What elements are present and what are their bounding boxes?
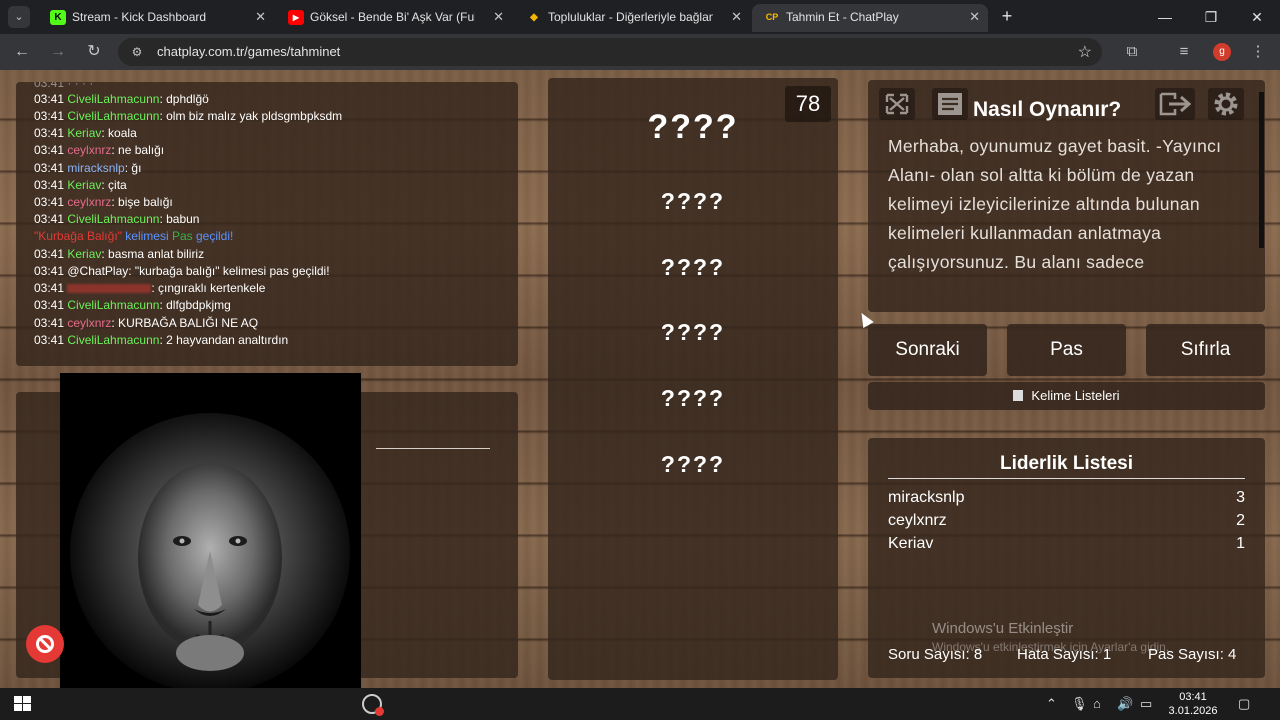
volume-icon[interactable]: 🔊 (1117, 696, 1133, 712)
chat-line-clipped: 03:41 · · · · (34, 82, 94, 90)
tab-chatplay[interactable]: CP Tahmin Et - ChatPlay ✕ (752, 4, 988, 32)
close-window-button[interactable]: ✕ (1234, 6, 1280, 28)
forbidden-word: ???? (660, 385, 726, 411)
chat-message: 03:41 Keriav: çita (34, 178, 127, 192)
how-to-play-text: Merhaba, oyunumuz gayet basit. -Yayıncı … (888, 136, 1222, 272)
chat-message: 03:41 CiveliLahmacunn: dphdlğö (34, 92, 209, 106)
profile-avatar[interactable]: g (1213, 43, 1231, 61)
pass-count: Pas Sayısı: 4 (1148, 646, 1237, 663)
tab-kick-dashboard[interactable]: K Stream - Kick Dashboard ✕ (38, 4, 274, 32)
minimize-button[interactable]: — (1142, 6, 1188, 28)
tab-strip: ⌄ K Stream - Kick Dashboard ✕ ▶ Göksel -… (0, 0, 1280, 34)
how-to-play-title: Nasıl Oynanır? (973, 98, 1122, 121)
list-icon (1013, 390, 1024, 401)
leaderboard-row: Keriav 1 (888, 535, 1245, 552)
forbidden-word: ???? (660, 319, 726, 345)
chat-message: 03:41 : çıngıraklı kertenkele (34, 281, 266, 295)
divider (376, 448, 490, 449)
tab-search-button[interactable]: ⌄ (8, 6, 30, 28)
new-tab-button[interactable]: + (996, 6, 1018, 28)
chatplay-icon: CP (765, 12, 779, 22)
community-icon: ◆ (530, 12, 538, 23)
chat-message: 03:41 ceylxnrz: KURBAĞA BALIĞI NE AQ (34, 316, 259, 330)
forbidden-word: ???? (660, 188, 726, 214)
reload-button[interactable]: ↻ (82, 40, 106, 64)
address-bar[interactable]: ⚙ chatplay.com.tr/games/tahminet ☆ (118, 38, 1102, 66)
display-icon[interactable]: ▭ (1140, 696, 1152, 712)
windows-activation-title: Windows'u Etkinleştir (932, 620, 1074, 637)
pass-button[interactable]: Pas (1007, 324, 1126, 376)
youtube-icon: ▶ (288, 10, 304, 25)
extensions-icon[interactable]: ⧉ (1120, 40, 1144, 64)
chat-message: 03:41 CiveliLahmacunn: 2 hayvandan analt… (34, 333, 289, 347)
leaderboard-title: Liderlik Listesi (999, 453, 1134, 474)
chevron-up-icon[interactable]: ⌃ (1046, 696, 1057, 712)
close-tab-icon[interactable]: ✕ (969, 4, 980, 30)
logout-icon[interactable] (1155, 88, 1195, 120)
obs-app-icon[interactable] (362, 694, 384, 716)
chat-system-notice: "Kurbağa Balığı" kelimesi Pas geçildi! (34, 229, 234, 243)
browser-toolbar: ← → ↻ ⚙ chatplay.com.tr/games/tahminet ☆… (0, 34, 1280, 70)
tab-communities[interactable]: ◆ Topluluklar - Diğerleriyle bağlan ✕ (514, 4, 750, 32)
lion-illustration (60, 373, 361, 688)
close-tab-icon[interactable]: ✕ (731, 4, 742, 30)
howto-scrollbar[interactable] (1259, 92, 1264, 248)
leaderboard-row: miracksnlp 3 (888, 489, 1245, 506)
url-text[interactable]: chatplay.com.tr/games/tahminet (157, 44, 340, 59)
forward-button[interactable]: → (46, 40, 70, 64)
question-count: Soru Sayısı: 8 (888, 646, 983, 663)
network-icon[interactable]: ⌂ (1093, 696, 1101, 711)
clock-time: 03:41 (1179, 691, 1207, 703)
media-control-icon[interactable]: ≡ (1172, 40, 1196, 64)
leaderboard-row: ceylxnrz 2 (888, 512, 1245, 529)
menu-kebab-icon[interactable]: ⋮ (1246, 40, 1270, 64)
back-button[interactable]: ← (10, 40, 34, 64)
game-page: 03:41 · · · · 03:41 CiveliLahmacunn: dph… (0, 70, 1280, 688)
windows-taskbar: ⌃ 🎙 ⌂ 🔊 ▭ 03:41 3.01.2026 ▢ (0, 688, 1280, 720)
words-panel (548, 78, 838, 680)
windows-start-icon[interactable] (14, 696, 32, 712)
chat-message: 03:41 miracksnlp: ğı (34, 161, 142, 175)
forbidden-word: ???? (660, 254, 726, 280)
chat-message: 03:41 ceylxnrz: ne balığı (34, 143, 165, 157)
close-tab-icon[interactable]: ✕ (493, 4, 504, 30)
settings-gear-icon[interactable] (1208, 88, 1244, 120)
forbidden-word: ???? (660, 451, 726, 477)
close-tab-icon[interactable]: ✕ (255, 4, 266, 30)
restore-button[interactable]: ❐ (1188, 6, 1234, 28)
taskbar-clock[interactable]: 03:41 3.01.2026 (1168, 690, 1218, 718)
microphone-icon[interactable]: 🎙 (1071, 696, 1088, 712)
lion-webcam-image (60, 373, 361, 688)
tab-youtube[interactable]: ▶ Göksel - Bende Bi' Aşk Var (Full ✕ (276, 4, 512, 32)
kick-icon: K (50, 10, 66, 25)
word-lists-button[interactable]: Kelime Listeleri (868, 382, 1265, 410)
chat-message: 03:41 Keriav: koala (34, 126, 137, 140)
site-info-icon[interactable]: ⚙ (128, 43, 146, 61)
divider (888, 478, 1245, 479)
error-count: Hata Sayısı: 1 (1017, 646, 1112, 663)
bookmark-star-icon[interactable]: ☆ (1078, 42, 1092, 62)
stop-icon (36, 635, 54, 653)
chat-message: 03:41 CiveliLahmacunn: dlfgbdpkjmg (34, 298, 231, 312)
notifications-icon[interactable]: ▢ (1238, 696, 1250, 712)
next-button[interactable]: Sonraki (868, 324, 987, 376)
fullscreen-icon[interactable] (879, 88, 915, 120)
rules-document-icon[interactable] (932, 88, 968, 120)
chat-message: 03:41 CiveliLahmacunn: babun (34, 212, 200, 226)
reset-button[interactable]: Sıfırla (1146, 324, 1265, 376)
chat-message: 03:41 Keriav: basma anlat biliriz (34, 247, 205, 261)
chat-panel: 03:41 · · · · 03:41 CiveliLahmacunn: dph… (16, 82, 518, 366)
chat-message: 03:41 @ChatPlay: "kurbağa balığı" kelime… (34, 264, 330, 278)
main-word: ???? (647, 108, 739, 146)
chat-message: 03:41 CiveliLahmacunn: olm biz malız yak… (34, 109, 343, 123)
chat-message: 03:41 ceylxnrz: bişe balığı (34, 195, 173, 209)
stop-record-button[interactable] (26, 625, 64, 663)
clock-date: 3.01.2026 (1168, 705, 1218, 717)
blurred-username (67, 284, 152, 294)
